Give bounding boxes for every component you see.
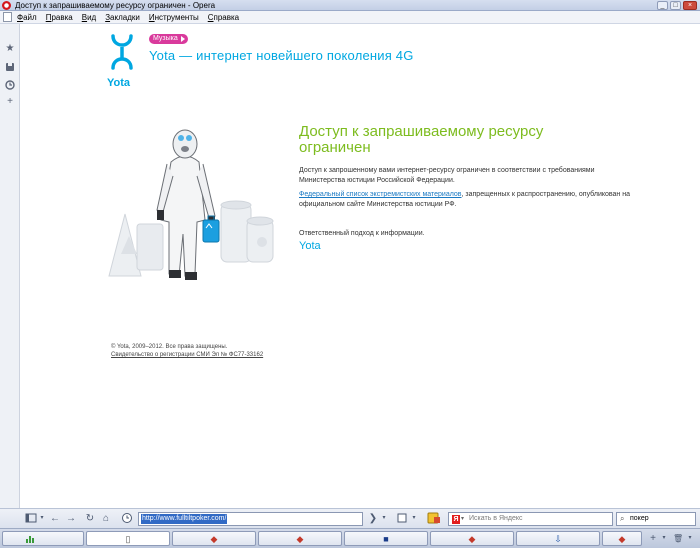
- menu-tools[interactable]: Инструменты: [149, 13, 199, 22]
- responsibility-text: Ответственный подход к информации.: [299, 230, 425, 237]
- page-content: Yota Музыка Yota — интернет новейшего по…: [21, 24, 700, 508]
- search-icon: ⌕: [620, 514, 625, 523]
- chevron-down-icon[interactable]: ▾: [39, 512, 45, 525]
- tab-5[interactable]: ■: [344, 531, 428, 546]
- signature: Yota: [299, 240, 321, 252]
- address-field[interactable]: http://www.fulltiltpoker.com/: [138, 512, 363, 526]
- extension-icon[interactable]: [427, 512, 441, 525]
- reload-icon[interactable]: ↻: [84, 512, 96, 525]
- feed-icon[interactable]: [396, 512, 408, 525]
- address-url: http://www.fulltiltpoker.com/: [141, 514, 228, 524]
- title-bar: Доступ к запрашиваемому ресурсу ограниче…: [0, 0, 700, 11]
- feed-dropdown-icon[interactable]: ▾: [410, 512, 418, 525]
- plus-icon[interactable]: +: [5, 97, 15, 107]
- logo-text: Yota: [107, 77, 131, 89]
- new-tab-icon[interactable]: +: [648, 532, 658, 545]
- hazmat-illustration: [108, 129, 274, 280]
- address-toolbar: ▾ ← → ↻ ⌂ http://www.fulltiltpoker.com/ …: [0, 508, 700, 528]
- window-controls: _ □ ×: [657, 1, 697, 10]
- menu-bookmarks[interactable]: Закладки: [105, 13, 140, 22]
- tab-3[interactable]: ◆: [172, 531, 256, 546]
- tab-1[interactable]: [2, 531, 84, 546]
- document-icon: ▯: [125, 534, 131, 544]
- extremist-list-link[interactable]: Федеральный список экстремистских матери…: [299, 191, 462, 198]
- back-arrow-icon[interactable]: ←: [49, 512, 61, 525]
- site-icon: ■: [383, 534, 389, 544]
- page-headline: Доступ к запрашиваемому ресурсу ограниче…: [299, 123, 544, 156]
- search-field[interactable]: Я ▾ Искать в Яндекс: [448, 512, 613, 526]
- trash-icon[interactable]: 🗑: [673, 532, 683, 545]
- menu-help[interactable]: Справка: [208, 13, 239, 22]
- history-dropdown-icon[interactable]: ▾: [380, 512, 388, 525]
- search-placeholder: Искать в Яндекс: [469, 515, 523, 522]
- poker-icon: ◆: [210, 534, 218, 544]
- menu-file[interactable]: Файл: [17, 13, 37, 22]
- quick-search-field[interactable]: ⌕ покер: [616, 512, 696, 526]
- tab-bar: ▯ ◆ ◆ ■ ◆ ⇩ ◆ + ▾ 🗑 ▾: [0, 528, 700, 548]
- tab-menu-icon[interactable]: ▾: [660, 532, 668, 545]
- tagline: Yota — интернет новейшего поколения 4G: [149, 48, 414, 63]
- download-icon: ⇩: [554, 534, 562, 544]
- minimize-button[interactable]: _: [657, 1, 668, 10]
- side-panel: ★ +: [0, 24, 20, 508]
- tab-4[interactable]: ◆: [258, 531, 342, 546]
- history-icon[interactable]: [5, 80, 15, 90]
- poker-icon: ◆: [296, 534, 304, 544]
- poker-icon: ◆: [468, 534, 476, 544]
- maximize-button[interactable]: □: [670, 1, 681, 10]
- chevron-right-icon: [180, 36, 185, 42]
- home-icon[interactable]: ⌂: [100, 512, 112, 525]
- yandex-icon: Я: [452, 515, 460, 524]
- quick-search-value: покер: [630, 515, 649, 522]
- menu-view[interactable]: Вид: [82, 13, 96, 22]
- page-icon: [3, 12, 12, 22]
- window-title: Доступ к запрашиваемому ресурсу ограниче…: [15, 1, 216, 10]
- menu-bar: Файл Правка Вид Закладки Инструменты Спр…: [0, 11, 700, 24]
- forward-arrow-icon[interactable]: →: [65, 512, 77, 525]
- panel-toggle-icon[interactable]: [25, 512, 37, 525]
- closed-tabs-icon[interactable]: ▾: [686, 532, 694, 545]
- go-arrow-icon[interactable]: ❯: [368, 512, 378, 525]
- menu-edit[interactable]: Правка: [46, 13, 73, 22]
- save-icon[interactable]: [5, 62, 15, 72]
- chart-icon: [25, 534, 35, 546]
- close-button[interactable]: ×: [683, 1, 697, 10]
- opera-icon: [2, 1, 11, 10]
- tab-6[interactable]: ◆: [430, 531, 514, 546]
- tab-2-active[interactable]: ▯: [86, 531, 170, 546]
- music-badge-label: Музыка: [153, 35, 178, 42]
- tab-8[interactable]: ◆: [602, 531, 642, 546]
- chevron-down-icon[interactable]: ▾: [461, 515, 464, 522]
- tab-7[interactable]: ⇩: [516, 531, 600, 546]
- poker-icon: ◆: [618, 534, 626, 544]
- registration-link[interactable]: Свидетельство о регистрации СМИ Эл № ФС7…: [111, 351, 263, 360]
- star-icon[interactable]: ★: [5, 44, 15, 54]
- clock-icon[interactable]: [121, 512, 133, 525]
- extremist-list-text: Федеральный список экстремистских матери…: [299, 190, 639, 210]
- restriction-text: Доступ к запрошенному вами интернет-ресу…: [299, 167, 595, 184]
- music-badge[interactable]: Музыка: [149, 34, 188, 44]
